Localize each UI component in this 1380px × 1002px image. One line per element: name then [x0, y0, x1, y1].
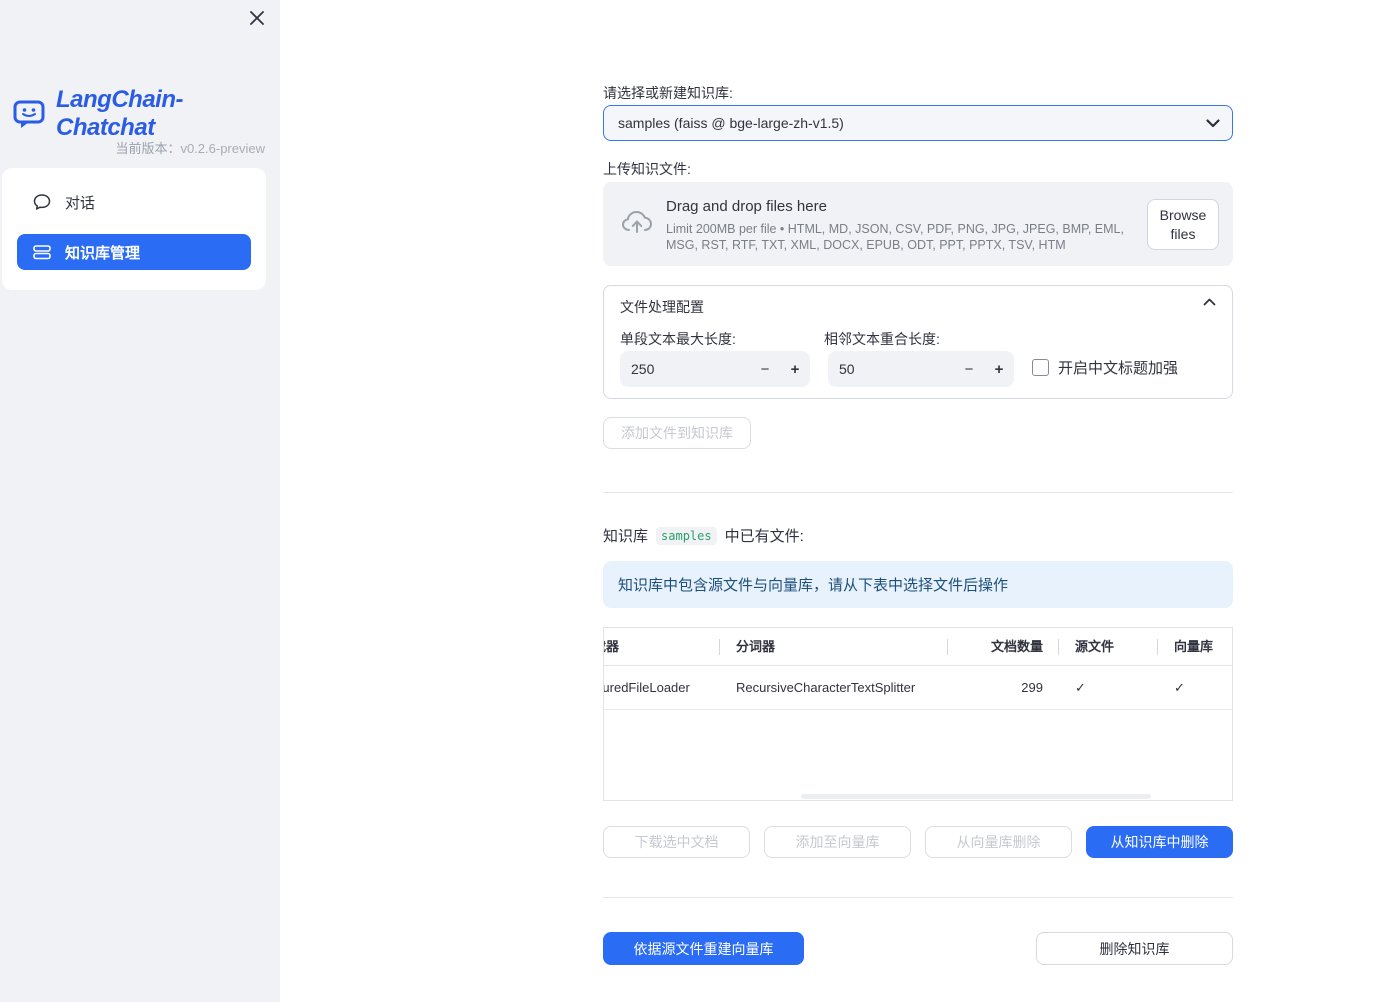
overlap-size-decrement-button[interactable]: −	[954, 351, 984, 387]
sidebar-item-knowledge-base[interactable]: 知识库管理	[17, 234, 251, 270]
download-selected-button[interactable]: 下载选中文档	[603, 826, 750, 858]
column-header-docs-count[interactable]: 文档数量	[948, 628, 1059, 666]
kb-files-table-inner: 文档加载器 分词器 文档数量 源文件 向量库 UnstructuredFileL…	[604, 628, 1232, 710]
chevron-up-icon[interactable]	[1203, 298, 1216, 306]
app-logo: LangChain-Chatchat	[13, 86, 280, 142]
kb-files-table[interactable]: 文档加载器 分词器 文档数量 源文件 向量库 UnstructuredFileL…	[603, 627, 1233, 801]
chunk-size-value[interactable]: 250	[620, 361, 750, 377]
table-cell-loader[interactable]: UnstructuredFileLoader	[604, 666, 720, 710]
sidebar: LangChain-Chatchat 当前版本：v0.2.6-preview 对…	[0, 0, 280, 1002]
column-header-loader[interactable]: 文档加载器	[604, 628, 720, 666]
chunk-size-decrement-button[interactable]: −	[750, 351, 780, 387]
add-to-vector-store-button[interactable]: 添加至向量库	[764, 826, 911, 858]
upload-label: 上传知识文件:	[603, 161, 691, 177]
divider	[603, 897, 1233, 898]
kb-name-code: samples	[656, 526, 717, 545]
chunk-size-input[interactable]: 250 − +	[620, 351, 810, 387]
kb-select-value: samples (faiss @ bge-large-zh-v1.5)	[618, 115, 844, 131]
sidebar-menu: 对话 知识库管理	[2, 168, 266, 290]
browse-files-button[interactable]: Browse files	[1147, 199, 1219, 250]
chat-bubble-icon	[33, 193, 51, 211]
column-header-vector-store[interactable]: 向量库	[1158, 628, 1232, 666]
zh-title-enhance-row: 开启中文标题加强	[1032, 357, 1178, 378]
column-header-source-file[interactable]: 源文件	[1059, 628, 1158, 666]
divider	[603, 492, 1233, 493]
table-cell-vector-store-check[interactable]: ✓	[1158, 666, 1232, 710]
app-title: LangChain-Chatchat	[56, 86, 184, 141]
version-label: 当前版本：	[115, 141, 181, 156]
sidebar-item-label: 对话	[65, 194, 96, 212]
kb-files-suffix: 中已有文件:	[724, 528, 804, 545]
sidebar-item-label: 知识库管理	[65, 244, 141, 262]
info-alert-text: 知识库中包含源文件与向量库，请从下表中选择文件后操作	[618, 577, 1009, 594]
table-cell-docs-count[interactable]: 299	[948, 666, 1059, 710]
version-info: 当前版本：v0.2.6-preview	[115, 138, 265, 157]
add-files-to-kb-button[interactable]: 添加文件到知识库	[603, 417, 751, 449]
zh-title-enhance-checkbox[interactable]	[1032, 359, 1049, 376]
file-actions-row: 下载选中文档 添加至向量库 从向量库删除 从知识库中删除	[603, 826, 1233, 858]
kb-files-prefix: 知识库	[603, 528, 649, 545]
overlap-size-label: 相邻文本重合长度:	[824, 331, 940, 347]
table-horizontal-scrollbar[interactable]	[801, 794, 1151, 799]
dropzone-text: Drag and drop files here Limit 200MB per…	[666, 198, 1144, 253]
kb-select-label: 请选择或新建知识库:	[603, 85, 733, 101]
rebuild-vector-store-button[interactable]: 依据源文件重建向量库	[603, 932, 804, 965]
column-header-splitter[interactable]: 分词器	[720, 628, 948, 666]
kb-files-heading: 知识库 samples 中已有文件:	[603, 525, 804, 546]
chunk-size-increment-button[interactable]: +	[780, 351, 810, 387]
overlap-size-value[interactable]: 50	[828, 361, 954, 377]
overlap-size-input[interactable]: 50 − +	[828, 351, 1014, 387]
table-cell-source-file-check[interactable]: ✓	[1059, 666, 1158, 710]
delete-from-kb-button[interactable]: 从知识库中删除	[1086, 826, 1233, 858]
cloud-upload-icon	[621, 208, 653, 236]
info-alert: 知识库中包含源文件与向量库，请从下表中选择文件后操作	[603, 561, 1233, 608]
delete-from-vector-store-button[interactable]: 从向量库删除	[925, 826, 1072, 858]
dropzone-title: Drag and drop files here	[666, 198, 827, 215]
expander-title[interactable]: 文件处理配置	[620, 297, 704, 317]
knowledge-base-icon	[33, 244, 51, 260]
table-cell-splitter[interactable]: RecursiveCharacterTextSplitter	[720, 666, 948, 710]
dropzone-hint: Limit 200MB per file • HTML, MD, JSON, C…	[666, 222, 1124, 252]
kb-bottom-actions: 依据源文件重建向量库 删除知识库	[603, 932, 1233, 965]
overlap-size-increment-button[interactable]: +	[984, 351, 1014, 387]
zh-title-enhance-label: 开启中文标题加强	[1058, 360, 1179, 377]
chatchat-logo-icon	[13, 99, 47, 129]
chunk-size-label: 单段文本最大长度:	[620, 331, 736, 347]
kb-select[interactable]: samples (faiss @ bge-large-zh-v1.5)	[603, 105, 1233, 141]
delete-kb-button[interactable]: 删除知识库	[1036, 932, 1233, 965]
chevron-down-icon	[1206, 118, 1220, 128]
sidebar-item-chat[interactable]: 对话	[17, 182, 251, 222]
file-config-expander: 文件处理配置 单段文本最大长度: 250 − + 相邻文本重合长度: 50 − …	[603, 285, 1233, 399]
version-value: v0.2.6-preview	[180, 141, 265, 156]
file-dropzone[interactable]: Drag and drop files here Limit 200MB per…	[603, 182, 1233, 266]
sidebar-close-icon[interactable]	[246, 7, 268, 29]
